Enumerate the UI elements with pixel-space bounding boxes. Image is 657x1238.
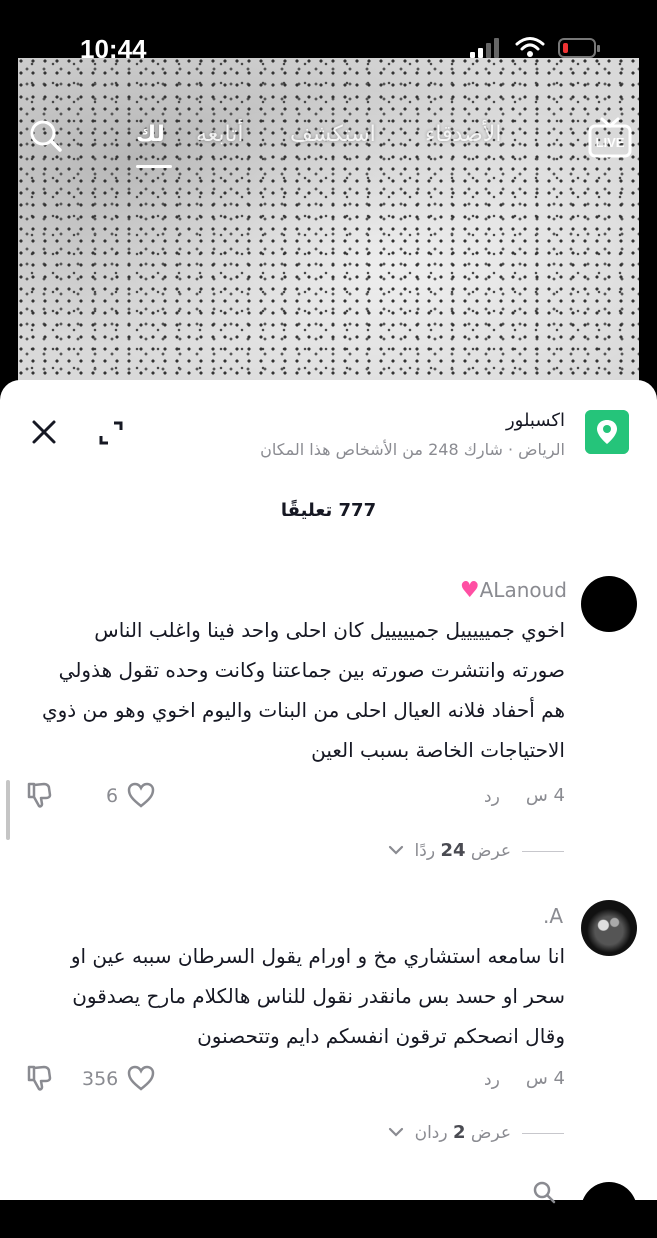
like-count: 6 [106,785,119,807]
avatar[interactable] [581,1182,637,1238]
avatar[interactable] [581,900,637,956]
comment-time: 4 س [525,785,565,806]
like-count: 356 [82,1068,119,1090]
like-heart-icon[interactable] [126,781,156,809]
dislike-icon[interactable] [24,780,54,810]
dislike-icon[interactable] [24,1063,54,1093]
location-pin-icon[interactable] [585,410,629,454]
tab-explore[interactable]: استكشف [290,122,376,147]
reply-button[interactable]: رد [484,1070,500,1090]
avatar[interactable] [581,576,637,632]
search-icon[interactable] [532,1180,556,1204]
comments-count: 777 تعليقًا [280,500,377,521]
pink-heart-emoji: ♥ [459,578,480,603]
tab-following[interactable]: أتابعه [196,122,243,147]
divider [522,851,564,852]
tab-for-you[interactable]: لك [136,122,165,147]
cellular-signal-icon [470,38,499,58]
location-title[interactable]: اكسبلور [506,410,565,431]
top-nav: لك أتابعه استكشف الأصدقاء LIVE [0,110,657,170]
comment-username[interactable]: A. [543,904,563,928]
reply-button[interactable]: رد [484,787,500,807]
tab-friends[interactable]: الأصدقاء [425,122,501,147]
divider [522,1133,564,1134]
chevron-down-icon[interactable] [388,844,404,856]
live-icon[interactable]: LIVE [588,116,632,158]
comments-sheet: اكسبلور الرياض · شارك 248 من الأشخاص هذا… [0,380,657,1238]
close-icon[interactable] [30,418,58,446]
scrollbar[interactable] [6,780,10,840]
search-icon[interactable] [28,118,64,154]
battery-icon [558,38,600,58]
location-subtitle: الرياض · شارك 248 من الأشخاص هذا المكان [260,440,565,459]
video-preview[interactable] [18,58,639,398]
comment-time: 4 س [525,1068,565,1089]
comment-username[interactable]: ALanoud♥ [454,578,567,603]
like-heart-icon[interactable] [126,1064,156,1092]
expand-icon[interactable] [98,420,124,446]
wifi-icon [515,37,545,57]
live-label: LIVE [596,135,625,150]
view-replies-button[interactable]: عرض 24 ردًا [415,840,511,861]
view-replies-button[interactable]: عرض 2 ردان [415,1122,511,1143]
status-bar: 10:44 [0,0,657,64]
chevron-down-icon[interactable] [388,1126,404,1138]
comment-text: انا سامعه استشاري مخ و اورام يقول السرطا… [70,944,565,1048]
active-tab-indicator [136,165,172,168]
comment-text: اخوي جميييييل جميييييل كان احلى واحد فين… [41,618,565,762]
